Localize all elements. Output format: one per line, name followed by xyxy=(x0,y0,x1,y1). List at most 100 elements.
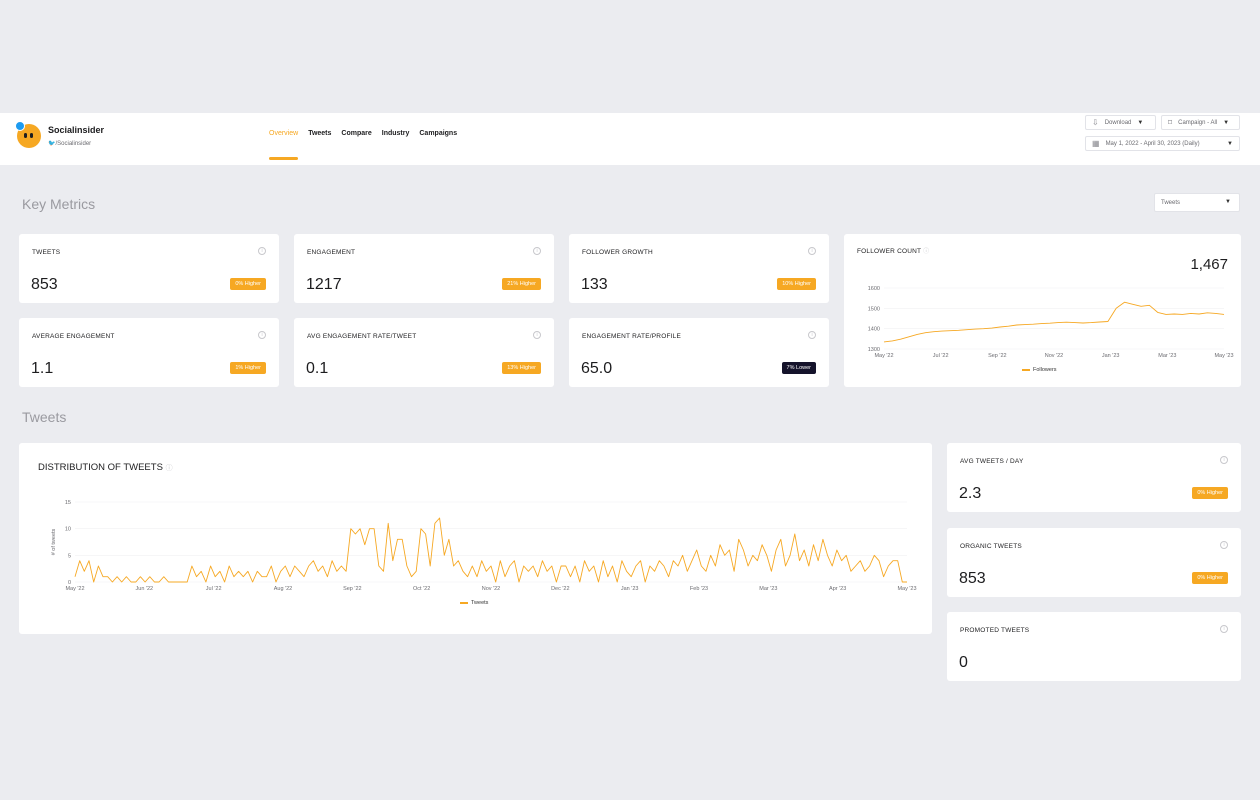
y-axis-label: # of tweets xyxy=(51,528,57,555)
organic-tweets-card: ORGANIC TWEETS i 853 0% Higher xyxy=(947,528,1241,597)
comparison-badge: 13% Higher xyxy=(502,362,541,374)
legend-swatch xyxy=(1022,369,1030,371)
x-tick-label: Nov '22 xyxy=(1045,353,1063,359)
avg-tweets-day-card: AVG TWEETS / DAY i 2.3 0% Higher xyxy=(947,443,1241,512)
info-icon[interactable]: i xyxy=(258,247,266,255)
x-tick-label: May '23 xyxy=(1214,353,1233,359)
follower-count-card: FOLLOWER COUNT ⓘ 1,467 1300 1400 1500 1600 M… xyxy=(844,234,1241,387)
metric-value: 853 xyxy=(959,570,986,587)
info-icon[interactable]: i xyxy=(258,331,266,339)
key-metrics-title: Key Metrics xyxy=(22,196,96,212)
info-icon[interactable]: i xyxy=(808,331,816,339)
y-tick-label: 5 xyxy=(68,553,71,559)
x-tick-label: May '22 xyxy=(874,353,893,359)
twitter-badge-icon xyxy=(15,121,25,131)
series-line-tweets xyxy=(74,517,907,583)
follower-count-chart: 1300140015001600May '22 Jul '22 Sep '22 Nov… xyxy=(868,286,1234,359)
metric-type-value: Tweets xyxy=(1161,200,1181,206)
x-tick-label: Jan '23 xyxy=(1102,353,1120,359)
caret-down-icon: ▼ xyxy=(1225,199,1231,205)
y-tick-label: 1400 xyxy=(868,327,880,333)
metric-card-engagement: ENGAGEMENT i 1217 21% Higher xyxy=(294,234,554,303)
download-button[interactable]: ⇩ Download ▼ xyxy=(1085,115,1156,130)
x-tick-label: Aug '22 xyxy=(274,586,292,592)
metric-card-follower-growth: FOLLOWER GROWTH i 133 10% Higher xyxy=(569,234,829,303)
nav-overview[interactable]: Overview xyxy=(269,130,299,160)
x-tick-label: Mar '23 xyxy=(1158,353,1176,359)
comparison-badge: 1% Higher xyxy=(230,362,266,374)
main-nav: Overview Tweets Compare Industry Campaig… xyxy=(269,130,467,160)
brand-handle: 🐦/Socialinsider xyxy=(48,140,91,147)
nav-campaigns[interactable]: Campaigns xyxy=(419,130,457,137)
x-tick-label: May '23 xyxy=(897,586,916,592)
download-label: Download xyxy=(1104,119,1132,126)
legend-swatch xyxy=(460,602,468,604)
metric-value: 0 xyxy=(959,654,968,671)
logo-eye-right xyxy=(30,133,33,138)
info-icon[interactable]: i xyxy=(1220,456,1228,464)
x-tick-label: Jul '22 xyxy=(206,586,222,592)
y-tick-label: 15 xyxy=(65,500,71,506)
x-tick-label: Sep '22 xyxy=(343,586,361,592)
x-tick-label: Sep '22 xyxy=(988,353,1006,359)
legend-label: Followers xyxy=(1033,367,1057,373)
nav-industry[interactable]: Industry xyxy=(382,130,410,137)
metric-card-average-engagement: AVERAGE ENGAGEMENT i 1.1 1% Higher xyxy=(19,318,279,387)
tweets-section-title: Tweets xyxy=(22,409,67,425)
caret-down-icon: ▼ xyxy=(1227,140,1233,147)
date-range-picker[interactable]: ▦ May 1, 2022 - April 30, 2023 (Daily) ▼ xyxy=(1085,136,1240,151)
brand-logo-icon xyxy=(15,121,41,148)
comparison-badge: 7% Lower xyxy=(781,362,816,374)
metric-label: ENGAGEMENT xyxy=(307,249,356,256)
x-tick-label: Nov '22 xyxy=(482,586,500,592)
metric-value: 0.1 xyxy=(306,360,329,377)
top-header: Socialinsider 🐦/Socialinsider Overview T… xyxy=(0,113,1260,165)
x-tick-label: May '22 xyxy=(65,586,84,592)
x-tick-label: Jul '22 xyxy=(933,353,949,359)
info-icon[interactable]: i xyxy=(1220,625,1228,633)
caret-down-icon: ▼ xyxy=(1137,119,1144,126)
metric-label: PROMOTED TWEETS xyxy=(960,627,1030,634)
download-icon: ⇩ xyxy=(1092,118,1099,127)
caret-down-icon: ▼ xyxy=(1223,119,1230,126)
metric-value: 65.0 xyxy=(581,360,613,377)
metric-label: AVG TWEETS / DAY xyxy=(960,458,1024,465)
brand-handle-text: /Socialinsider xyxy=(55,141,92,147)
metric-label: AVG ENGAGEMENT RATE/TWEET xyxy=(307,333,417,340)
metric-label: FOLLOWER GROWTH xyxy=(582,249,653,256)
metric-value: 2.3 xyxy=(959,485,982,502)
brand-name: Socialinsider xyxy=(48,125,105,135)
metric-label: ORGANIC TWEETS xyxy=(960,543,1022,550)
comparison-badge: 0% Higher xyxy=(230,278,266,290)
x-tick-label: Apr '23 xyxy=(829,586,846,592)
metric-value: 133 xyxy=(581,276,608,293)
info-icon[interactable]: i xyxy=(808,247,816,255)
campaign-dropdown[interactable]: ⌑ Campaign - All ▼ xyxy=(1161,115,1240,130)
x-tick-label: Mar '23 xyxy=(759,586,777,592)
comparison-badge: 0% Higher xyxy=(1192,572,1228,584)
comparison-badge: 10% Higher xyxy=(777,278,816,290)
chart-legend: Followers xyxy=(1022,367,1057,373)
metric-label: AVERAGE ENGAGEMENT xyxy=(32,333,115,340)
nav-compare[interactable]: Compare xyxy=(341,130,371,137)
distribution-card: DISTRIBUTION OF TWEETS ⓘ 0 5 10 15 May '22 Ju… xyxy=(19,443,932,634)
info-icon[interactable]: i xyxy=(1220,541,1228,549)
legend-label: Tweets xyxy=(471,600,489,606)
y-tick-label: 10 xyxy=(65,527,71,533)
x-tick-label: Dec '22 xyxy=(551,586,569,592)
date-range-label: May 1, 2022 - April 30, 2023 (Daily) xyxy=(1105,140,1200,147)
y-tick-label: 1600 xyxy=(868,286,880,292)
x-tick-label: Jun '22 xyxy=(136,586,154,592)
bookmark-icon: ⌑ xyxy=(1168,118,1173,127)
metric-label: TWEETS xyxy=(32,249,61,256)
metric-type-select[interactable]: Tweets ▼ xyxy=(1154,193,1240,212)
metric-card-tweets: TWEETS i 853 0% Higher xyxy=(19,234,279,303)
page-bottom-background xyxy=(0,686,1260,800)
info-icon[interactable]: i xyxy=(533,331,541,339)
info-icon[interactable]: i xyxy=(533,247,541,255)
nav-tweets[interactable]: Tweets xyxy=(308,130,331,137)
calendar-icon: ▦ xyxy=(1092,139,1100,148)
distribution-chart: 051015May '22 Jun '22 Jul '22 Aug '22 Sep '2… xyxy=(51,500,917,592)
x-tick-label: Jan '23 xyxy=(621,586,639,592)
chart-legend: Tweets xyxy=(460,600,488,606)
